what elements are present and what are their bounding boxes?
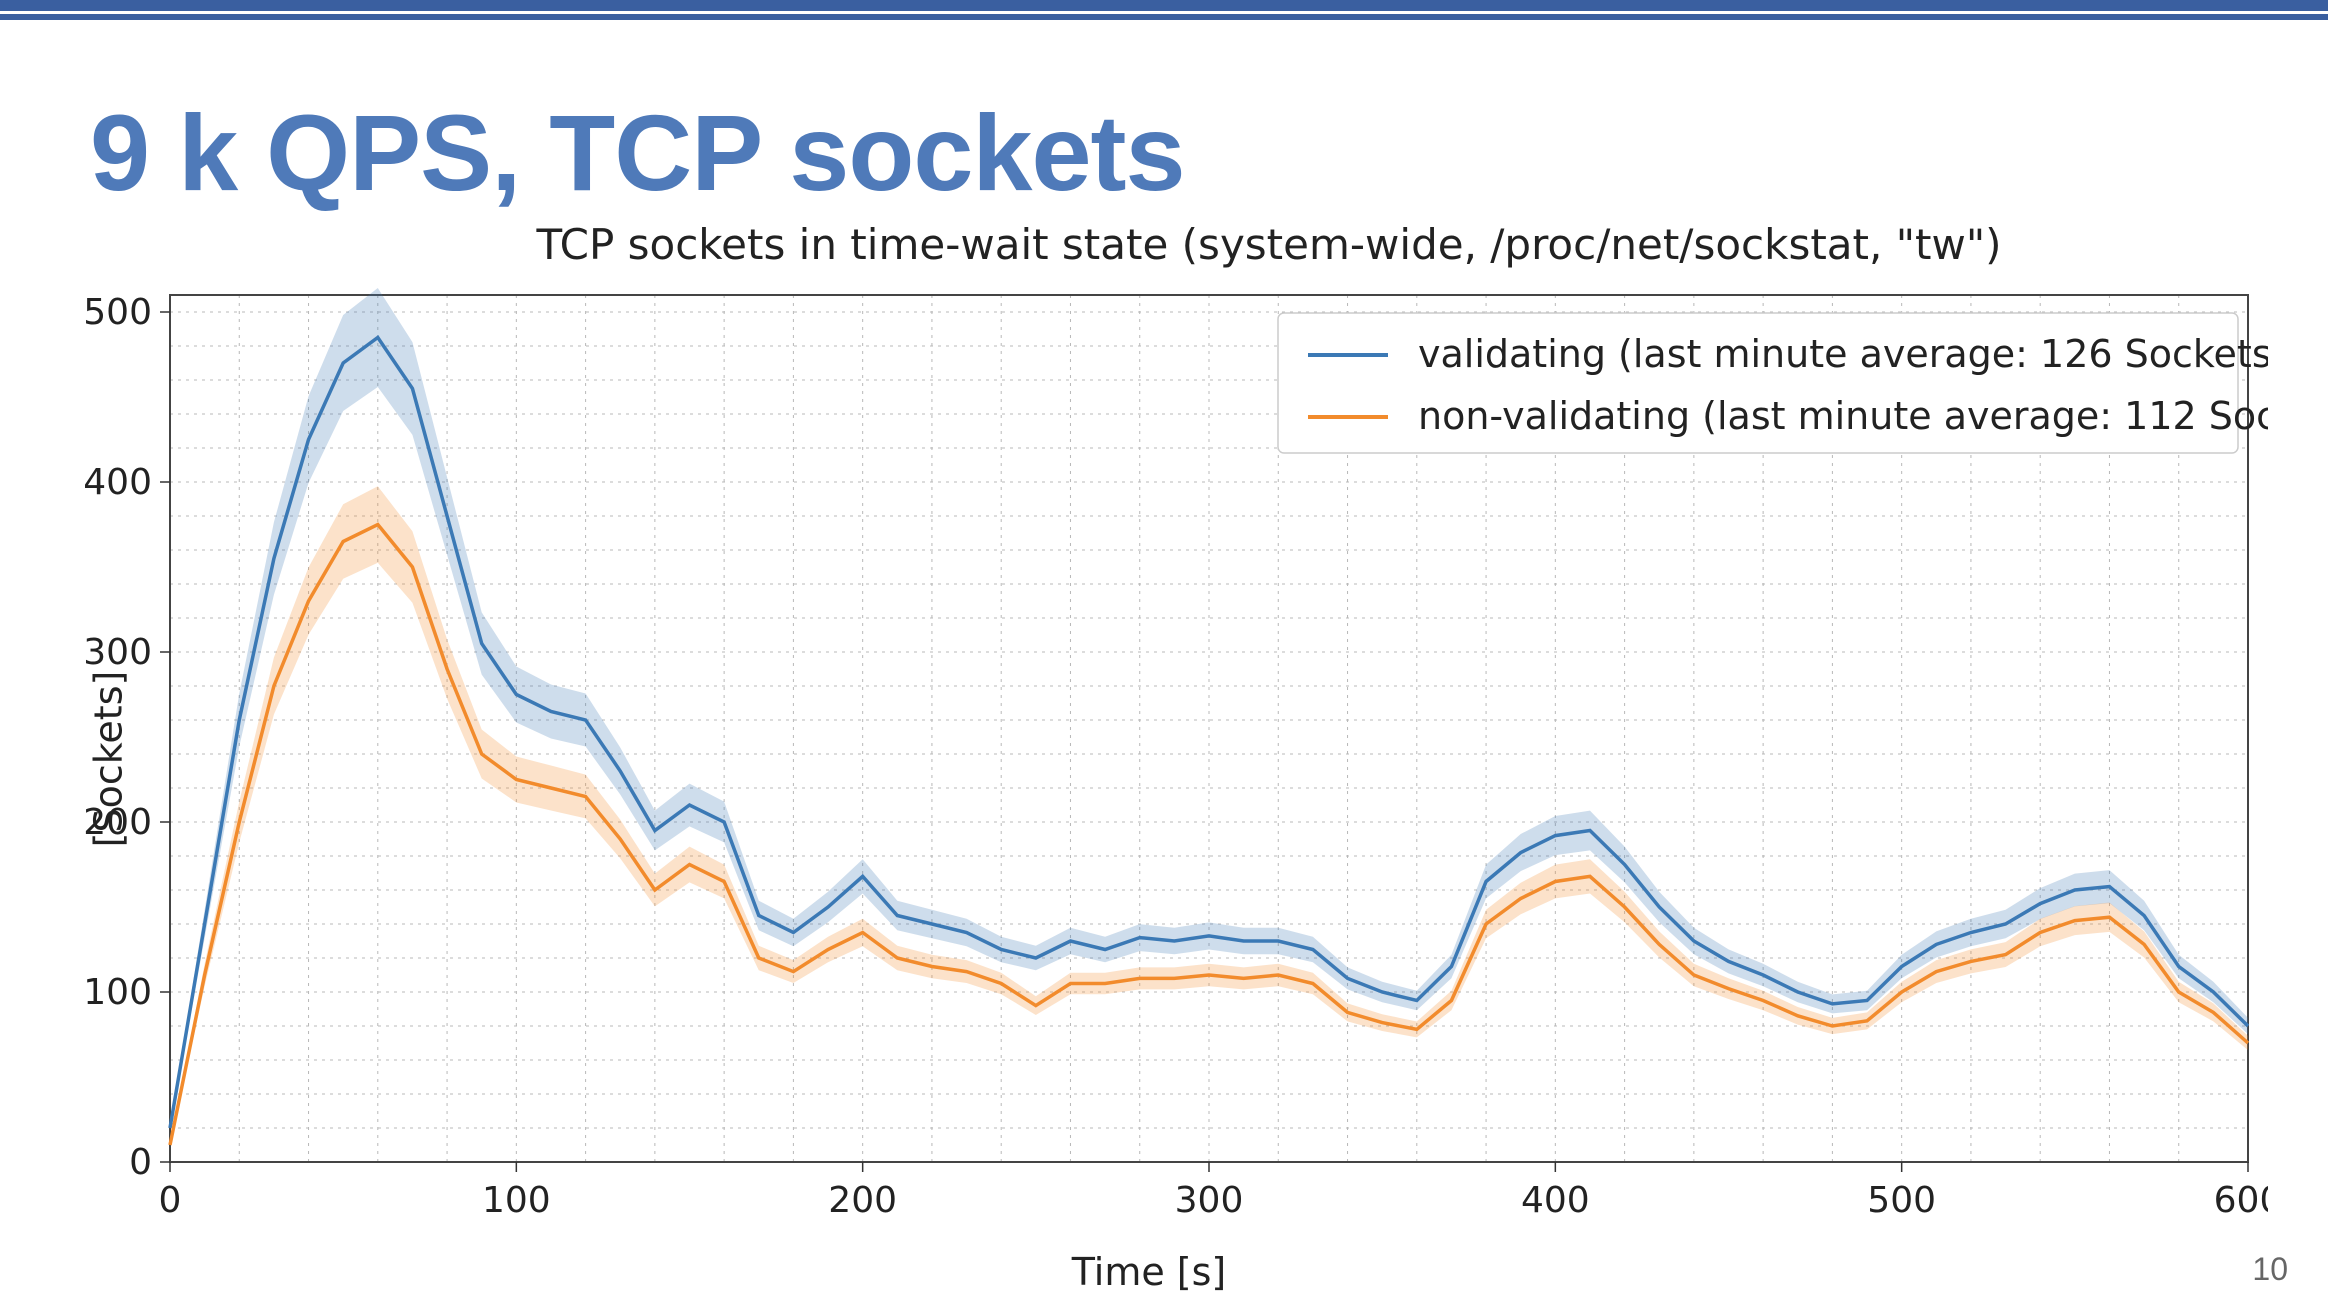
- y-tick-label: 200: [83, 802, 152, 843]
- x-axis-label: Time [s]: [30, 1250, 2268, 1294]
- legend-label: validating (last minute average: 126 Soc…: [1418, 332, 2268, 376]
- y-tick-label: 400: [83, 462, 152, 503]
- x-tick-label: 200: [828, 1180, 897, 1221]
- y-tick-label: 500: [83, 292, 152, 333]
- x-tick-label: 500: [1867, 1180, 1936, 1221]
- x-tick-label: 600: [2214, 1180, 2268, 1221]
- x-tick-label: 400: [1521, 1180, 1590, 1221]
- slide-title: 9 k QPS, TCP sockets: [90, 90, 1185, 215]
- slide-top-bar: [0, 0, 2328, 14]
- x-tick-label: 100: [482, 1180, 551, 1221]
- page-number: 10: [2252, 1251, 2288, 1288]
- y-tick-label: 0: [129, 1142, 152, 1183]
- chart-title: TCP sockets in time-wait state (system-w…: [330, 220, 2208, 269]
- y-tick-label: 300: [83, 632, 152, 673]
- x-tick-label: 300: [1175, 1180, 1244, 1221]
- y-tick-label: 100: [83, 972, 152, 1013]
- chart-area: [Sockets] 010020030040050060001002003004…: [30, 285, 2268, 1232]
- chart-legend: validating (last minute average: 126 Soc…: [1278, 313, 2268, 453]
- legend-label: non-validating (last minute average: 112…: [1418, 394, 2268, 438]
- x-tick-label: 0: [159, 1180, 182, 1221]
- chart-svg: 0 100 200 300 400 500 600 0 100 200 300 400 500 valid…: [30, 285, 2268, 1232]
